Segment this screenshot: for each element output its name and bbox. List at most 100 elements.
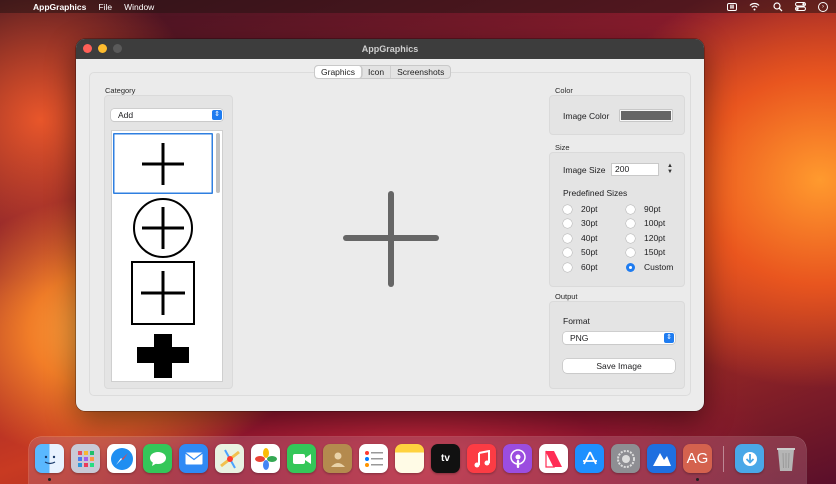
image-color-label: Image Color [563, 111, 610, 121]
format-select[interactable]: PNG ⇕ [563, 332, 675, 344]
system-settings-icon[interactable] [611, 444, 640, 473]
list-scrollbar[interactable] [216, 133, 220, 193]
notes-icon[interactable] [395, 444, 424, 473]
category-select-value: Add [118, 110, 134, 120]
messages-icon[interactable] [143, 444, 172, 473]
radio-150pt[interactable] [626, 248, 635, 257]
radio-20pt-label: 20pt [581, 204, 598, 214]
category-label: Category [105, 86, 136, 95]
launchpad-icon[interactable] [71, 444, 100, 473]
close-button[interactable] [83, 44, 92, 53]
affinity-icon[interactable] [647, 444, 676, 473]
preview-plus-icon [343, 191, 439, 287]
category-select[interactable]: Add ⇕ [111, 109, 223, 121]
music-icon[interactable] [467, 444, 496, 473]
radio-60pt[interactable] [563, 263, 572, 272]
radio-custom[interactable] [626, 263, 635, 272]
facetime-icon[interactable] [287, 444, 316, 473]
radio-90pt-label: 90pt [644, 204, 661, 214]
contacts-icon[interactable] [323, 444, 352, 473]
image-preview [342, 190, 440, 288]
appgraphics-icon[interactable]: AG [683, 444, 712, 473]
image-size-field[interactable]: 200 [611, 163, 659, 176]
radio-100pt-label: 100pt [644, 218, 666, 228]
radio-custom-label: Custom [644, 262, 674, 272]
predefined-sizes-label: Predefined Sizes [563, 188, 628, 198]
radio-30pt[interactable] [563, 219, 572, 228]
image-size-stepper[interactable]: ▲ ▼ [666, 163, 674, 176]
running-dot [696, 478, 699, 481]
tab-screenshots[interactable]: Screenshots [391, 66, 450, 78]
tab-icon[interactable]: Icon [362, 66, 392, 78]
plus-icon [142, 142, 184, 185]
downloads-icon[interactable] [735, 444, 764, 473]
window-content: Graphics Icon Screenshots Category Add ⇕ [76, 59, 704, 411]
circle-plus-icon [133, 198, 193, 258]
color-label: Color [555, 86, 573, 95]
color-box: Image Color [549, 95, 685, 135]
output-box: Format PNG ⇕ Save Image [549, 301, 685, 389]
save-image-button[interactable]: Save Image [563, 359, 675, 373]
radio-90pt[interactable] [626, 205, 635, 214]
window-title: AppGraphics [361, 44, 419, 54]
square-plus-icon [131, 260, 195, 325]
chevron-updown-icon: ⇕ [212, 110, 222, 120]
category-box: Add ⇕ [104, 95, 233, 389]
apple-tv-label: tv [441, 453, 450, 464]
running-dot [48, 478, 51, 481]
radio-20pt[interactable] [563, 205, 572, 214]
radio-50pt[interactable] [563, 248, 572, 257]
news-icon[interactable] [539, 444, 568, 473]
output-label: Output [555, 292, 578, 301]
list-item-circle-plus[interactable] [113, 197, 213, 259]
radio-40pt-label: 40pt [581, 233, 598, 243]
minimize-button[interactable] [98, 44, 107, 53]
search-icon[interactable] [772, 1, 783, 11]
appgraphics-label: AG [686, 450, 709, 467]
dock-separator [723, 446, 724, 472]
zoom-button[interactable] [113, 44, 122, 53]
trash-icon[interactable] [771, 444, 800, 473]
reminders-icon[interactable] [359, 444, 388, 473]
keyboard-input-icon[interactable]: ▦ [727, 2, 737, 11]
format-label: Format [563, 316, 590, 326]
radio-60pt-label: 60pt [581, 262, 598, 272]
category-list[interactable] [111, 130, 223, 382]
wifi-icon[interactable] [749, 2, 760, 11]
radio-30pt-label: 30pt [581, 218, 598, 228]
dock: tv AG [29, 437, 806, 484]
image-color-well[interactable] [620, 110, 672, 121]
list-item-plus[interactable] [113, 133, 213, 194]
filled-cross-icon [137, 334, 189, 378]
radio-120pt[interactable] [626, 234, 635, 243]
menu-file[interactable]: File [98, 2, 112, 12]
title-bar: AppGraphics [76, 39, 704, 59]
photos-icon[interactable] [251, 444, 280, 473]
podcasts-icon[interactable] [503, 444, 532, 473]
radio-120pt-label: 120pt [644, 233, 666, 243]
control-center-icon[interactable] [795, 2, 806, 11]
tab-bar: Graphics Icon Screenshots [314, 65, 452, 79]
radio-100pt[interactable] [626, 219, 635, 228]
maps-icon[interactable] [215, 444, 244, 473]
siri-icon[interactable]: › [818, 1, 828, 12]
size-label: Size [555, 143, 570, 152]
graphics-panel: Category Add ⇕ Color Image Color Size Im… [89, 72, 691, 396]
list-item-filled-cross[interactable] [113, 329, 213, 379]
tab-graphics[interactable]: Graphics [315, 66, 363, 78]
mail-icon[interactable] [179, 444, 208, 473]
menu-window[interactable]: Window [124, 2, 154, 12]
safari-icon[interactable] [107, 444, 136, 473]
size-box: Image Size 200 ▲ ▼ Predefined Sizes 20pt … [549, 152, 685, 287]
radio-40pt[interactable] [563, 234, 572, 243]
apple-tv-icon[interactable]: tv [431, 444, 460, 473]
finder-icon[interactable] [35, 444, 64, 473]
app-store-icon[interactable] [575, 444, 604, 473]
image-size-label: Image Size [563, 165, 606, 175]
traffic-lights [83, 44, 122, 53]
list-item-square-plus[interactable] [113, 260, 213, 325]
chevron-updown-icon: ⇕ [664, 333, 674, 343]
menu-bar: AppGraphics File Window ▦ › [0, 0, 836, 13]
menu-app-name[interactable]: AppGraphics [33, 2, 86, 12]
format-select-value: PNG [570, 333, 589, 343]
